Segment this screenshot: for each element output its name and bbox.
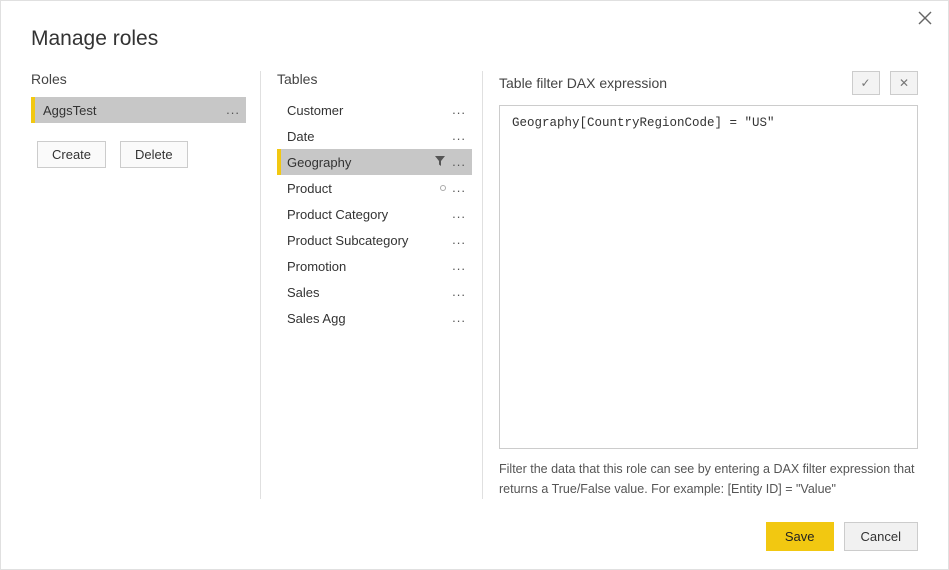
table-item[interactable]: Product Category...: [277, 201, 472, 227]
table-item[interactable]: Sales...: [277, 279, 472, 305]
role-item[interactable]: AggsTest...: [31, 97, 246, 123]
table-item[interactable]: Product Subcategory...: [277, 227, 472, 253]
close-icon[interactable]: [918, 11, 934, 27]
ellipsis-icon[interactable]: ...: [452, 157, 466, 167]
circle-icon: [440, 185, 446, 191]
ellipsis-icon[interactable]: ...: [452, 287, 466, 297]
dax-accept-button[interactable]: ✓: [852, 71, 880, 95]
ellipsis-icon[interactable]: ...: [226, 105, 240, 115]
ellipsis-icon[interactable]: ...: [452, 209, 466, 219]
tables-header: Tables: [277, 71, 472, 87]
ellipsis-icon[interactable]: ...: [452, 105, 466, 115]
check-icon: ✓: [861, 76, 871, 90]
ellipsis-icon[interactable]: ...: [452, 131, 466, 141]
dax-cancel-button[interactable]: ✕: [890, 71, 918, 95]
manage-roles-dialog: Manage roles Roles AggsTest... Create De…: [0, 0, 949, 570]
table-label: Customer: [287, 103, 343, 118]
table-item[interactable]: Geography...: [277, 149, 472, 175]
dax-panel: Table filter DAX expression ✓ ✕ Geograph…: [483, 71, 918, 499]
table-item[interactable]: Date...: [277, 123, 472, 149]
table-label: Date: [287, 129, 314, 144]
ellipsis-icon[interactable]: ...: [452, 261, 466, 271]
x-icon: ✕: [899, 76, 909, 90]
dialog-footer: Save Cancel: [766, 522, 918, 551]
save-button[interactable]: Save: [766, 522, 834, 551]
dax-header: Table filter DAX expression: [499, 75, 667, 91]
table-item[interactable]: Product...: [277, 175, 472, 201]
filter-icon: [434, 155, 446, 170]
table-label: Promotion: [287, 259, 346, 274]
tables-panel: Tables Customer...Date...Geography...Pro…: [261, 71, 483, 499]
roles-header: Roles: [31, 71, 246, 87]
dax-expression-input[interactable]: Geography[CountryRegionCode] = "US": [499, 105, 918, 449]
create-role-button[interactable]: Create: [37, 141, 106, 168]
table-label: Sales Agg: [287, 311, 346, 326]
ellipsis-icon[interactable]: ...: [452, 235, 466, 245]
delete-role-button[interactable]: Delete: [120, 141, 188, 168]
ellipsis-icon[interactable]: ...: [452, 313, 466, 323]
table-label: Product Category: [287, 207, 388, 222]
table-label: Geography: [287, 155, 351, 170]
table-label: Sales: [287, 285, 320, 300]
roles-panel: Roles AggsTest... Create Delete: [31, 71, 261, 499]
table-label: Product Subcategory: [287, 233, 408, 248]
ellipsis-icon[interactable]: ...: [452, 183, 466, 193]
role-label: AggsTest: [43, 103, 96, 118]
table-label: Product: [287, 181, 332, 196]
cancel-button[interactable]: Cancel: [844, 522, 918, 551]
table-item[interactable]: Sales Agg...: [277, 305, 472, 331]
roles-list: AggsTest...: [31, 97, 246, 123]
dialog-title: Manage roles: [1, 1, 948, 59]
table-item[interactable]: Promotion...: [277, 253, 472, 279]
dax-help-text: Filter the data that this role can see b…: [499, 459, 918, 499]
table-item[interactable]: Customer...: [277, 97, 472, 123]
tables-list: Customer...Date...Geography...Product...…: [277, 97, 472, 331]
